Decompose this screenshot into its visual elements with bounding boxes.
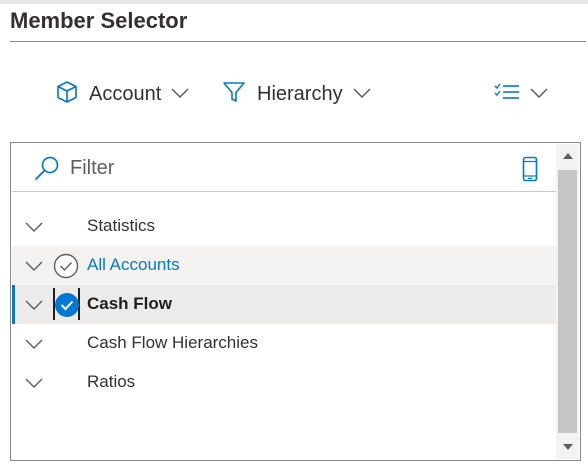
tree-item-label: Statistics <box>87 216 156 235</box>
cube-icon <box>56 80 78 109</box>
dimension-label: Account <box>89 82 162 105</box>
chevron-down-icon[interactable] <box>25 297 43 315</box>
title-divider <box>10 41 586 42</box>
tree-item-label: Ratios <box>87 372 136 391</box>
hierarchy-label: Hierarchy <box>257 82 343 105</box>
tree-item-label: Cash Flow <box>87 294 173 313</box>
dimension-dropdown[interactable]: Account <box>56 78 189 110</box>
filter-bar <box>12 144 556 192</box>
page-title: Member Selector <box>10 8 188 33</box>
tree-item-label: Cash Flow Hierarchies <box>87 333 258 352</box>
check-circle-icon[interactable] <box>54 292 80 323</box>
filter-funnel-icon <box>222 80 246 109</box>
scroll-up-button[interactable] <box>556 144 579 168</box>
chevron-down-icon <box>171 85 189 103</box>
tree-item-ratios[interactable]: Ratios <box>12 363 556 402</box>
check-circle-icon[interactable] <box>53 253 79 284</box>
tree-item-all-accounts[interactable]: All Accounts <box>12 246 556 285</box>
hierarchy-dropdown[interactable]: Hierarchy <box>222 78 371 110</box>
tree-item-cash-flow-hierarchies[interactable]: Cash Flow Hierarchies <box>12 324 556 363</box>
filter-input[interactable] <box>70 153 470 183</box>
view-options-dropdown[interactable] <box>494 78 548 110</box>
selection-indicator <box>12 285 15 324</box>
chevron-down-icon[interactable] <box>25 375 43 393</box>
chevron-down-icon <box>353 85 371 103</box>
vertical-scrollbar[interactable] <box>556 144 579 459</box>
mobile-device-icon[interactable] <box>522 156 538 187</box>
chevron-down-icon[interactable] <box>25 258 43 276</box>
chevron-down-icon <box>530 85 548 103</box>
tree-item-statistics[interactable]: Statistics <box>12 207 556 246</box>
chevron-down-icon[interactable] <box>25 219 43 237</box>
tree-item-label: All Accounts <box>87 255 180 274</box>
chevron-down-icon[interactable] <box>25 336 43 354</box>
tree-item-cash-flow[interactable]: Cash Flow <box>12 285 556 324</box>
scroll-down-button[interactable] <box>556 435 579 459</box>
member-tree-panel: Statistics All Accounts Cash Flow <box>10 142 581 461</box>
scrollbar-thumb[interactable] <box>558 170 577 433</box>
checklist-icon <box>494 82 520 107</box>
search-icon <box>34 155 60 186</box>
top-border <box>0 0 588 4</box>
